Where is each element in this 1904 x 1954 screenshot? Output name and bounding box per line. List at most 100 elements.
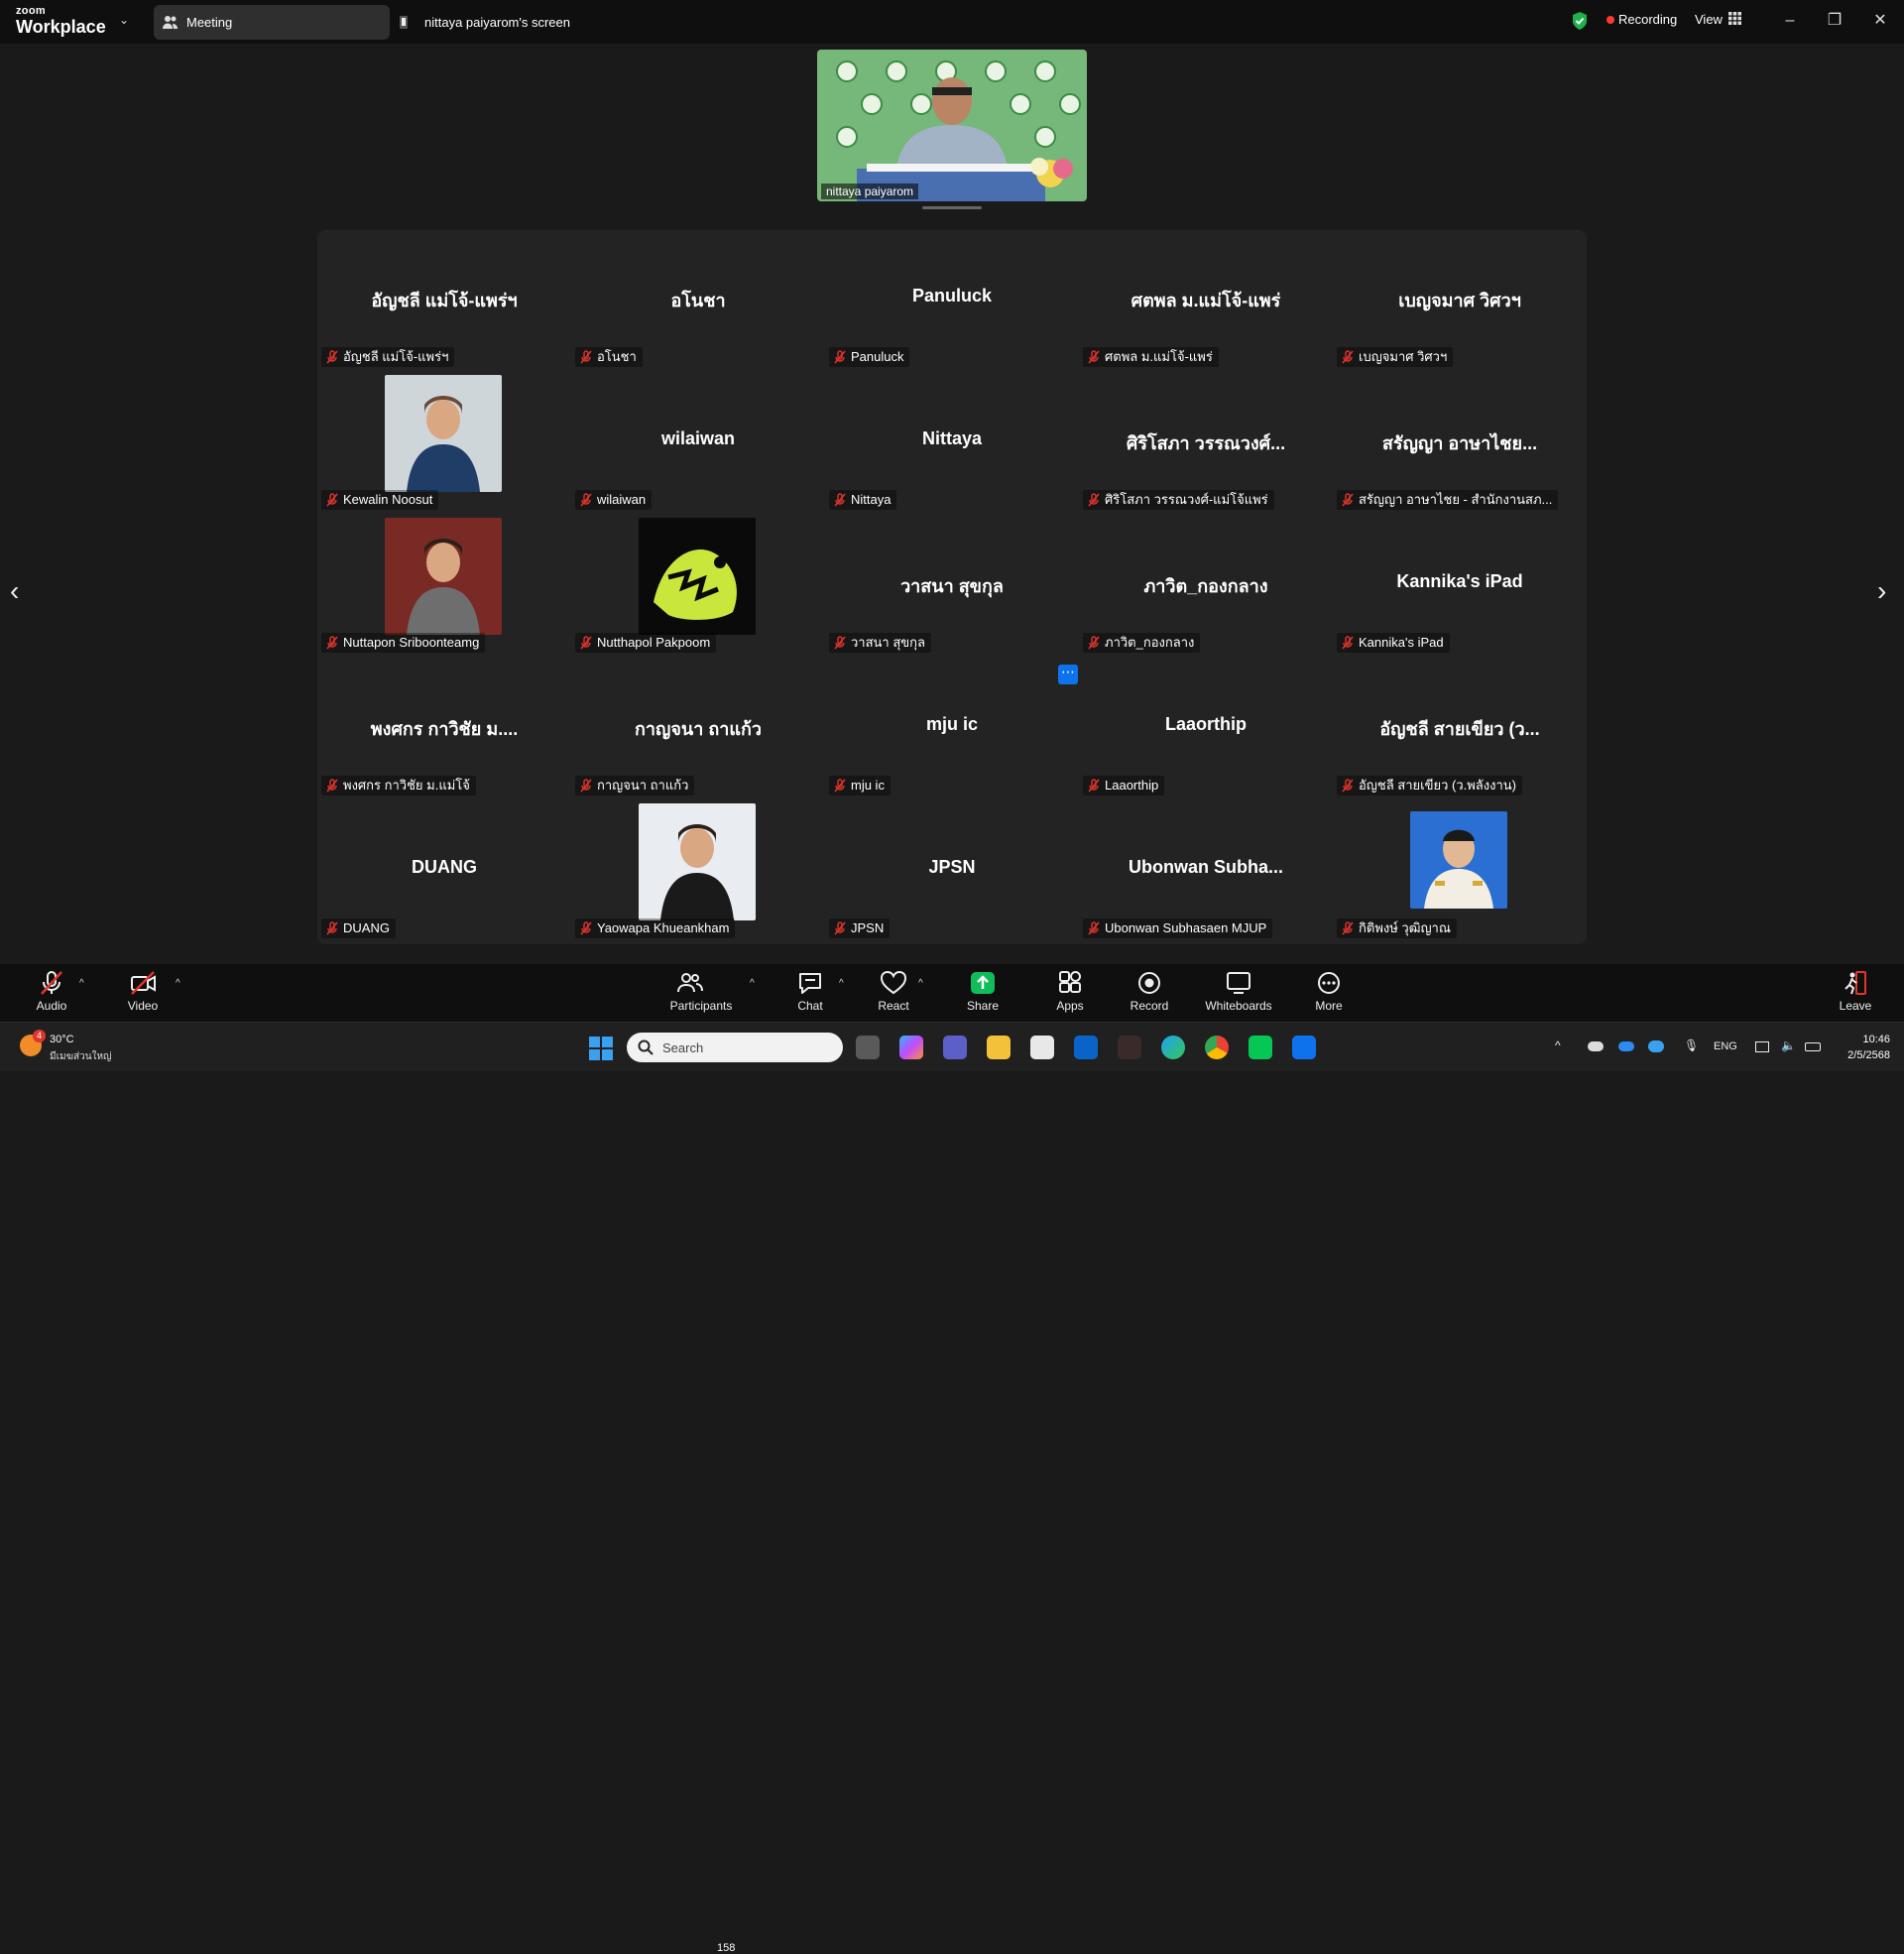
video-off-icon <box>131 971 156 995</box>
chevron-down-icon[interactable]: ⌄ <box>119 13 129 27</box>
tab-meeting[interactable]: Meeting <box>154 5 390 40</box>
resize-handle[interactable] <box>922 206 982 209</box>
participant-tile[interactable]: ภาวิต_กองกลาง ภาวิต_กองกลาง <box>1079 516 1333 659</box>
previous-page-arrow[interactable]: ‹ <box>10 575 19 607</box>
participant-tile[interactable]: อัญชลี สายเขียว (ว... อัญชลี สายเขียว (ว.… <box>1333 659 1587 801</box>
recording-indicator[interactable]: Recording <box>1618 12 1677 27</box>
leave-button[interactable]: Leave <box>1836 970 1875 1013</box>
participant-tile[interactable]: Yaowapa Khueankham <box>571 801 825 944</box>
more-button[interactable]: More <box>1309 970 1349 1013</box>
participant-tile[interactable]: mju ic mju ic <box>825 659 1079 801</box>
participant-tile[interactable]: อัญชลี แม่โจ้-แพร่ฯ อัญชลี แม่โจ้-แพร่ฯ <box>317 230 571 373</box>
participant-tile[interactable]: Kannika's iPad Kannika's iPad <box>1333 516 1587 659</box>
participants-button[interactable]: Participants <box>666 970 736 1013</box>
participants-count: 158 <box>717 1942 736 1954</box>
outlook-icon[interactable] <box>1074 1036 1098 1059</box>
mic-muted-icon <box>1342 636 1354 650</box>
chat-options-caret[interactable]: ^ <box>839 978 844 989</box>
participant-tile[interactable]: Nittaya Nittaya <box>825 373 1079 516</box>
recording-dot-icon <box>1606 16 1614 24</box>
language-indicator[interactable]: ENG <box>1714 1040 1737 1052</box>
chrome-icon[interactable] <box>1205 1036 1229 1059</box>
participants-icon <box>677 973 703 993</box>
participant-display-name: อัญชลี แม่โจ้-แพร่ฯ <box>371 291 518 310</box>
audio-button[interactable]: Audio <box>32 970 71 1013</box>
audio-label: Audio <box>36 999 67 1013</box>
game-app-icon[interactable] <box>1118 1036 1141 1059</box>
participant-tile[interactable]: Kewalin Noosut <box>317 373 571 516</box>
zoom-app-icon[interactable] <box>1292 1036 1316 1059</box>
participant-tile[interactable]: Panuluck Panuluck <box>825 230 1079 373</box>
participant-tile[interactable]: กิติพงษ์ วุฒิญาณ <box>1333 801 1587 944</box>
participant-display-name: mju ic <box>925 714 978 734</box>
participant-tile[interactable]: สรัญญา อาษาไชย... สรัญญา อาษาไชย - สำนักง… <box>1333 373 1587 516</box>
participant-tile[interactable]: ศตพล ม.แม่โจ้-แพร่ ศตพล ม.แม่โจ้-แพร่ <box>1079 230 1333 373</box>
microphone-tray-icon[interactable]: 🎙 <box>1684 1038 1699 1052</box>
participant-tile[interactable]: เบญจมาศ วิศวฯ เบญจมาศ วิศวฯ <box>1333 230 1587 373</box>
close-icon[interactable]: ✕ <box>1865 8 1895 34</box>
participant-tile[interactable]: Laaorthip Laaorthip <box>1079 659 1333 801</box>
participant-tile[interactable]: วาสนา สุขกุล วาสนา สุขกุล <box>825 516 1079 659</box>
participants-options-caret[interactable]: ^ <box>750 978 755 989</box>
task-view-icon[interactable] <box>856 1036 880 1059</box>
weather-temperature[interactable]: 30°C <box>50 1034 74 1045</box>
chat-button[interactable]: Chat <box>790 970 830 1013</box>
participant-tile[interactable]: พงศกร กาวิชัย ม.... พงศกร กาวิชัย ม.แม่โจ… <box>317 659 571 801</box>
cloud-sync-icon[interactable] <box>1648 1040 1664 1052</box>
edge-browser-icon[interactable] <box>1161 1036 1185 1059</box>
participant-name-label: DUANG <box>321 918 396 938</box>
encryption-shield-icon[interactable] <box>1571 11 1589 31</box>
participant-tile[interactable]: Nutthapol Pakpoom <box>571 516 825 659</box>
volume-icon[interactable]: 🔈 <box>1781 1038 1796 1052</box>
onedrive-cloud-icon[interactable] <box>1588 1041 1604 1051</box>
participant-tile[interactable]: ศิริโสภา วรรณวงศ์... ศิริโสภา วรรณวงศ์-แม… <box>1079 373 1333 516</box>
participant-name-label: wilaiwan <box>575 490 653 510</box>
gallery-view: อัญชลี แม่โจ้-แพร่ฯ อัญชลี แม่โจ้-แพร่ฯ อโ… <box>317 230 1587 944</box>
share-button[interactable]: Share <box>963 970 1003 1013</box>
participant-tile[interactable]: wilaiwan wilaiwan <box>571 373 825 516</box>
participant-tile[interactable]: DUANG DUANG <box>317 801 571 944</box>
audio-options-caret[interactable]: ^ <box>79 978 84 989</box>
react-options-caret[interactable]: ^ <box>918 978 923 989</box>
participant-tile[interactable]: Ubonwan Subha... Ubonwan Subhasaen MJUP <box>1079 801 1333 944</box>
clock-time[interactable]: 10:46 <box>1841 1034 1890 1045</box>
participant-tile[interactable]: JPSN JPSN <box>825 801 1079 944</box>
participant-tile[interactable]: Nuttapon Sriboonteamg <box>317 516 571 659</box>
mic-muted-icon <box>326 636 338 650</box>
react-button[interactable]: React <box>874 970 913 1013</box>
video-options-caret[interactable]: ^ <box>176 978 180 989</box>
microsoft-store-icon[interactable] <box>1030 1036 1054 1059</box>
people-icon <box>163 16 178 29</box>
record-button[interactable]: Record <box>1130 970 1169 1013</box>
restore-icon[interactable]: ❐ <box>1820 8 1849 34</box>
file-explorer-icon[interactable] <box>987 1036 1011 1059</box>
participant-tile[interactable]: อโนชา อโนชา <box>571 230 825 373</box>
show-hidden-icons-chevron[interactable]: ^ <box>1555 1038 1561 1052</box>
search-placeholder: Search <box>662 1040 704 1055</box>
participant-name-label: สรัญญา อาษาไชย - สำนักงานสภ... <box>1337 490 1559 510</box>
line-app-icon[interactable] <box>1249 1036 1272 1059</box>
whiteboards-button[interactable]: Whiteboards <box>1203 970 1274 1013</box>
copilot-icon[interactable] <box>899 1036 923 1059</box>
weather-description[interactable]: มีเมฆส่วนใหญ่ <box>50 1049 112 1064</box>
next-page-arrow[interactable]: › <box>1877 575 1886 607</box>
taskbar-search-box[interactable]: Search <box>627 1033 843 1062</box>
minimize-icon[interactable]: – <box>1775 8 1805 34</box>
windows-start-icon[interactable] <box>589 1037 613 1060</box>
grid-view-icon[interactable] <box>1728 12 1741 25</box>
more-options-button[interactable]: ⋯ <box>1058 665 1078 684</box>
apps-button[interactable]: Apps <box>1050 970 1090 1013</box>
active-speaker-video[interactable]: nittaya paiyarom <box>817 50 1087 201</box>
teams-icon[interactable] <box>943 1036 967 1059</box>
participant-name-text: JPSN <box>851 920 885 935</box>
participant-name-label: กิติพงษ์ วุฒิญาณ <box>1337 918 1457 938</box>
battery-icon[interactable] <box>1805 1042 1821 1051</box>
network-icon[interactable] <box>1755 1041 1769 1052</box>
view-button[interactable]: View <box>1695 12 1723 27</box>
clock-date[interactable]: 2/5/2568 <box>1821 1049 1890 1061</box>
participant-name-text: เบญจมาศ วิศวฯ <box>1359 349 1448 364</box>
video-button[interactable]: Video <box>123 970 163 1013</box>
participant-name-label: ศตพล ม.แม่โจ้-แพร่ <box>1083 347 1219 367</box>
onedrive-business-icon[interactable] <box>1618 1041 1634 1051</box>
participant-tile[interactable]: กาญจนา ถาแก้ว กาญจนา ถาแก้ว <box>571 659 825 801</box>
